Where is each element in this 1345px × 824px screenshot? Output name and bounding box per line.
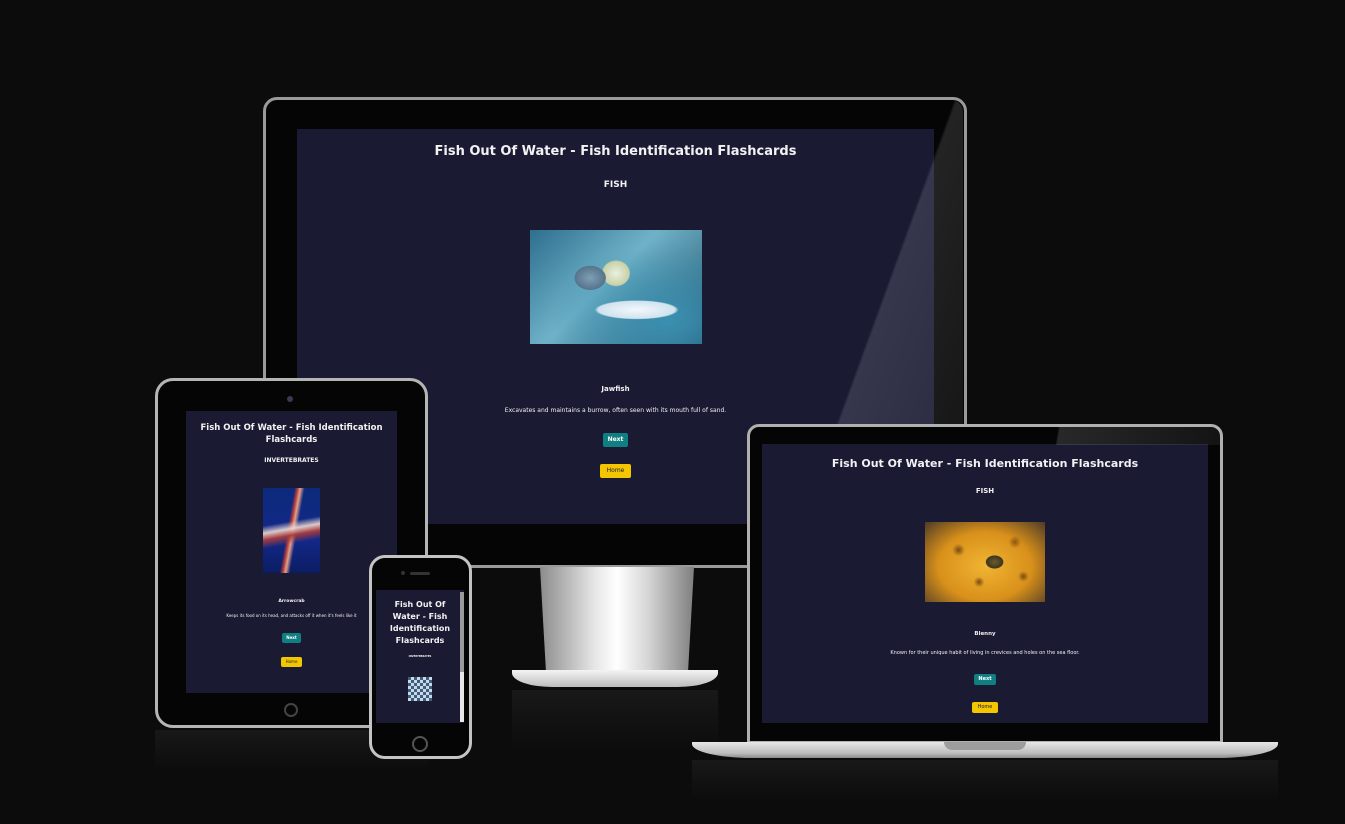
phone-speaker [410,572,430,575]
title-line: Flashcards [265,435,318,445]
card-description: Keeps its food on its head, and attacks … [226,613,357,618]
home-button[interactable]: Home [280,657,303,667]
category-heading: INVERTEBRATES [408,655,432,658]
laptop-glare [1040,427,1220,445]
next-button[interactable]: Next [974,674,996,685]
home-button[interactable]: Home [599,464,632,478]
tablet-home-button[interactable] [284,703,298,717]
phone-scrollbar-thumb[interactable] [460,592,464,672]
phone-camera [401,571,405,575]
page-title: Fish Out Of Water - Fish Identification … [186,422,397,446]
page-title: Fish Out Of Water - Fish Identification … [831,457,1139,470]
laptop-notch [944,742,1026,750]
next-button[interactable]: Next [602,433,629,447]
home-button[interactable]: Home [971,702,999,713]
monitor-stand-base [512,670,718,687]
card-description: Known for their unique habit of living i… [890,650,1080,656]
flashcard-image [529,230,702,344]
tablet-camera [287,396,293,402]
monitor-stand [540,567,694,675]
page-title: Fish Out Of Water - Fish Identification … [434,144,797,159]
page-title: Fish Out Of Water - Fish Identification … [376,599,464,647]
title-line: Water - Fish [392,612,448,621]
monitor-reflection [512,690,718,750]
next-button[interactable]: Next [282,633,301,643]
flashcard-image [925,522,1045,602]
category-heading: FISH [603,180,628,190]
title-line: Fish Out Of Water - Fish Identification [200,423,383,433]
flashcard-image [408,677,432,701]
laptop-screen: Fish Out Of Water - Fish Identification … [762,444,1208,723]
phone-home-button[interactable] [412,736,428,752]
card-name: Arrowcrab [278,599,305,604]
phone-screen: Fish Out Of Water - Fish Identification … [376,590,464,723]
card-name: Blenny [974,631,996,637]
title-line: Identification [389,624,451,633]
title-line: Fish Out Of [394,600,446,609]
laptop-reflection [692,760,1278,800]
flashcard-image [263,488,320,573]
title-line: Flashcards [395,636,445,645]
tablet-screen: Fish Out Of Water - Fish Identification … [186,411,397,693]
category-heading: INVERTEBRATES [264,457,319,464]
category-heading: FISH [975,487,995,495]
